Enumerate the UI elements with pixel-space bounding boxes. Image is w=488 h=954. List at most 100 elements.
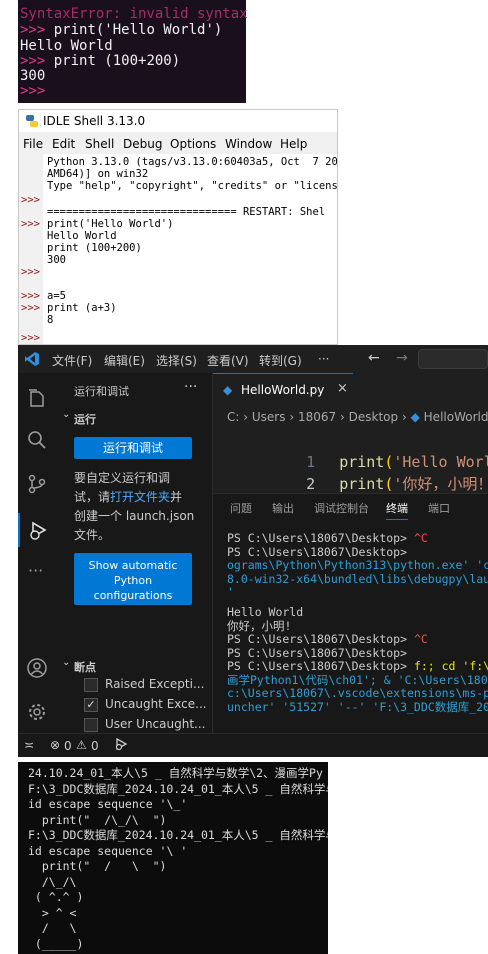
- idle-menubar: File Edit Shell Debug Options Window Hel…: [19, 134, 337, 154]
- chevron-right-icon: ›: [339, 410, 345, 424]
- menu-more[interactable]: ···: [318, 352, 329, 366]
- output-line: Hello World: [47, 230, 117, 242]
- terminal-line: F:\3_DDC数据库_2024.10.24_01_本人\5 _ 自然科学与: [28, 828, 328, 842]
- remote-icon[interactable]: ≍: [24, 738, 34, 752]
- tab-problems[interactable]: 问题: [230, 500, 252, 516]
- python-file-icon: ◆: [223, 383, 233, 397]
- bottom-panel: 问题 输出 调试控制台 终端 端口 PS C:\Users\18067\Desk…: [213, 493, 488, 734]
- activity-bar: ···: [18, 373, 56, 733]
- terminal-snippet: 24.10.24_01_本人\5 _ 自然科学与数学\2、漫画学Py F:\3_…: [18, 762, 328, 954]
- panel-tabs: 问题 输出 调试控制台 终端 端口: [213, 494, 488, 520]
- section-run-header[interactable]: 运行: [74, 411, 96, 427]
- vscode-window: 文件(F) 编辑(E) 选择(S) 查看(V) 转到(G) ··· ← → ··…: [18, 345, 488, 757]
- menu-options[interactable]: Options: [170, 137, 216, 151]
- terminal-line: PS C:\Users\18067\Desktop>: [227, 544, 408, 559]
- chevron-right-icon: ›: [289, 410, 295, 424]
- warning-count: 0: [91, 739, 99, 753]
- terminal-line: PS C:\Users\18067\Desktop> ^C: [227, 632, 428, 646]
- close-icon[interactable]: ×: [337, 381, 348, 396]
- error-icon[interactable]: ⊗: [50, 738, 60, 752]
- idle-title-bar: IDLE Shell 3.13.0: [19, 110, 337, 132]
- idle-shell-text[interactable]: Python 3.13.0 (tags/v3.13.0:60403a5, Oct…: [43, 154, 337, 344]
- tab-ports[interactable]: 端口: [428, 500, 450, 516]
- terminal-line: ': [227, 585, 234, 599]
- menu-view[interactable]: 查看(V): [207, 352, 249, 369]
- code-line: a=5: [47, 290, 66, 302]
- terminal-line: ograms\Python\Python313\python.exe' 'c:\: [227, 558, 488, 572]
- breakpoint-checkbox-checked[interactable]: ✓: [84, 698, 98, 712]
- terminal-line: (_____): [28, 936, 84, 951]
- chevron-right-icon: ›: [243, 410, 249, 424]
- menu-debug[interactable]: Debug: [123, 137, 162, 151]
- tab-terminal[interactable]: 终端: [386, 500, 408, 520]
- terminal-line: c:\Users\18067\.vscode\extensions\ms-pyt: [227, 686, 488, 700]
- tab-output[interactable]: 输出: [272, 500, 294, 516]
- menu-selection[interactable]: 选择(S): [156, 352, 197, 369]
- search-icon[interactable]: [26, 429, 48, 451]
- run-and-debug-button[interactable]: 运行和调试: [74, 437, 192, 459]
- prompt-gutter: >>> >>> >>> >>> >>> >>>: [19, 154, 44, 344]
- tab-helloworld[interactable]: ◆ HelloWorld.py ×: [213, 373, 353, 407]
- terminal-line: Hello World: [227, 605, 304, 619]
- forward-arrow-icon[interactable]: →: [396, 350, 408, 366]
- terminal-output[interactable]: PS C:\Users\18067\Desktop> ^C PS C:\User…: [213, 518, 488, 734]
- terminal-line: PS C:\Users\18067\Desktop>: [227, 645, 408, 660]
- version-line: AMD64)] on win32: [47, 168, 149, 180]
- python-file-icon: ◆: [410, 410, 420, 424]
- sidebar-title: 运行和调试: [74, 385, 129, 398]
- run-description: 要自定义运行和调 试，请打开文件夹并 创建一个 launch.json 文件。: [74, 471, 195, 542]
- show-python-configurations-button[interactable]: Show automatic Python configurations: [74, 553, 192, 605]
- version-line: Python 3.13.0 (tags/v3.13.0:60403a5, Oct…: [47, 156, 337, 168]
- code-line: print('Hello World'): [47, 218, 174, 230]
- output-line: 300: [47, 254, 66, 266]
- console-line: Hello World: [20, 38, 113, 54]
- chevron-down-icon[interactable]: ⌄: [62, 657, 70, 668]
- console-line: 300: [20, 68, 46, 84]
- menu-shell[interactable]: Shell: [85, 137, 114, 151]
- breakpoint-checkbox[interactable]: [84, 678, 98, 692]
- shell-prompt: >>>: [21, 332, 40, 344]
- warning-icon[interactable]: ⚠: [76, 738, 87, 752]
- back-arrow-icon[interactable]: ←: [368, 350, 380, 366]
- chevron-down-icon[interactable]: ⌄: [62, 409, 70, 420]
- menu-file[interactable]: File: [23, 137, 43, 151]
- command-center-search[interactable]: [418, 349, 488, 369]
- menu-window[interactable]: Window: [225, 137, 272, 151]
- chevron-right-icon: ›: [401, 410, 407, 424]
- run-debug-icon[interactable]: [18, 513, 56, 547]
- tab-debug-console[interactable]: 调试控制台: [314, 500, 369, 516]
- menu-file[interactable]: 文件(F): [52, 352, 92, 369]
- account-icon[interactable]: [26, 657, 48, 679]
- terminal-line: 24.10.24_01_本人\5 _ 自然科学与数学\2、漫画学Py: [28, 766, 323, 780]
- terminal-line: F:\3_DDC数据库_2024.10.24_01_本人\5 _ 自然科学与: [28, 781, 328, 796]
- breakpoint-checkbox[interactable]: [84, 718, 98, 732]
- open-folder-link[interactable]: 打开文件夹: [110, 490, 170, 504]
- sidebar-more-icon[interactable]: ···: [184, 379, 197, 395]
- menu-goto[interactable]: 转到(G): [259, 352, 302, 369]
- vscode-logo-icon: [24, 351, 40, 367]
- help-line: Type "help", "copyright", "credits" or "…: [47, 180, 337, 192]
- shell-prompt: >>>: [21, 194, 40, 206]
- code-editor[interactable]: ◆ HelloWorld.py × C: › Users › 18067 › D…: [213, 373, 488, 493]
- terminal-line: uncher' '51527' '--' 'F:\3_DDC数据库_202: [227, 699, 488, 714]
- error-count: 0: [64, 739, 72, 753]
- menu-help[interactable]: Help: [280, 137, 307, 151]
- idle-title: IDLE Shell 3.13.0: [43, 114, 146, 128]
- shell-prompt: >>>: [21, 290, 40, 302]
- breadcrumb: C: › Users › 18067 › Desktop › ◆ HelloWo…: [227, 410, 488, 424]
- terminal-line: print(" / \ "): [28, 859, 167, 873]
- terminal-line: / \: [28, 921, 77, 935]
- console-line: >>> print (100+200): [20, 53, 181, 69]
- menu-edit[interactable]: Edit: [52, 137, 75, 151]
- menu-edit[interactable]: 编辑(E): [104, 352, 145, 369]
- explorer-icon[interactable]: [26, 387, 48, 409]
- debug-run-icon[interactable]: [114, 737, 128, 751]
- more-icon[interactable]: ···: [28, 561, 43, 580]
- vscode-titlebar: 文件(F) 编辑(E) 选择(S) 查看(V) 转到(G) ··· ← →: [18, 345, 488, 373]
- source-control-icon[interactable]: [26, 473, 48, 495]
- settings-gear-icon[interactable]: [26, 701, 48, 723]
- terminal-line: PS C:\Users\18067\Desktop> ^C: [227, 531, 428, 545]
- console-line: >>>: [20, 83, 46, 99]
- python-console-snippet: SyntaxError: invalid syntax >>> print('H…: [18, 0, 248, 103]
- section-breakpoints-header[interactable]: 断点: [74, 659, 96, 675]
